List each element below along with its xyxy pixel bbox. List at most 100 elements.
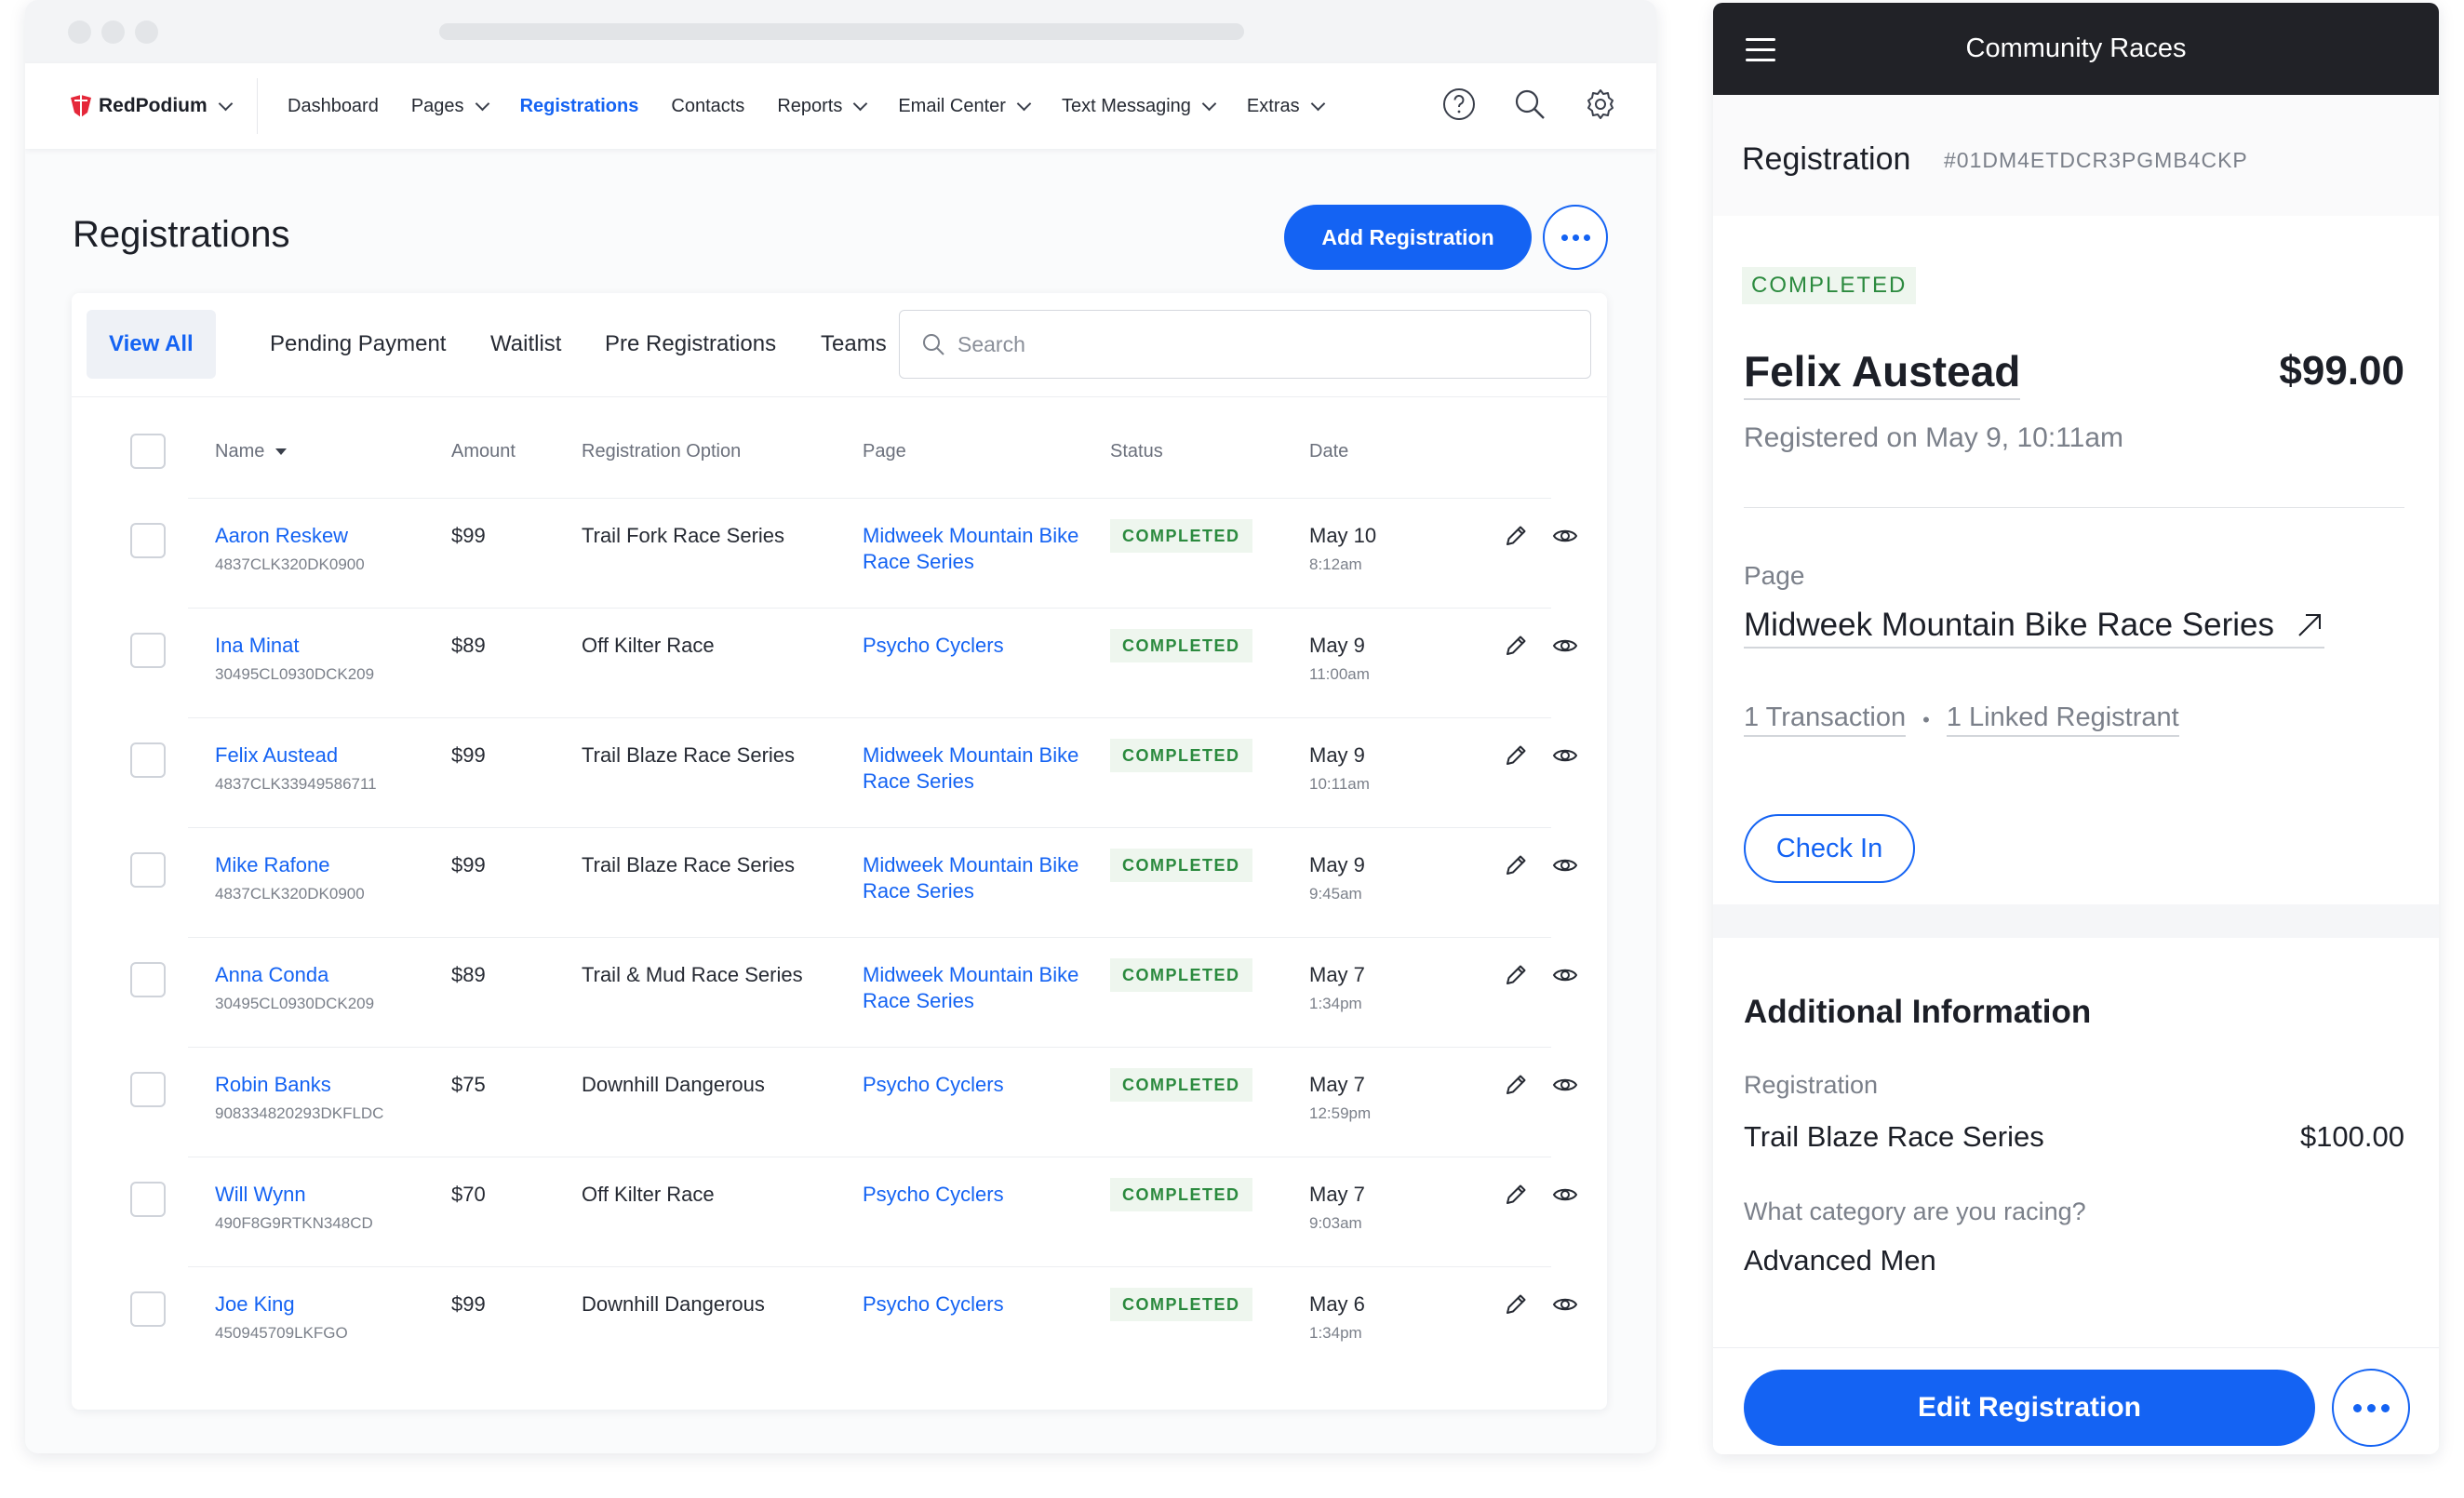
tab-waitlist[interactable]: Waitlist [468, 310, 583, 379]
edit-pencil-icon[interactable] [1502, 1181, 1530, 1209]
search-icon[interactable] [1511, 86, 1548, 123]
row-checkbox[interactable] [130, 1182, 166, 1217]
browser-window: RedPodium Dashboard Pages Registrations … [25, 0, 1656, 1453]
registration-code: 30495CL0930DCK209 [215, 995, 375, 1012]
help-icon[interactable] [1440, 86, 1478, 123]
search-box[interactable] [899, 310, 1591, 379]
chevron-down-icon [1201, 96, 1217, 111]
gear-icon[interactable] [1582, 86, 1619, 123]
browser-chrome [25, 0, 1656, 63]
edit-pencil-icon[interactable] [1502, 961, 1530, 989]
address-bar[interactable] [439, 23, 1244, 40]
nav-text-messaging[interactable]: Text Messaging [1062, 96, 1217, 117]
nav-contacts[interactable]: Contacts [671, 96, 744, 117]
nav-registrations[interactable]: Registrations [520, 96, 639, 117]
page-link[interactable]: Psycho Cyclers [863, 633, 1105, 659]
registrant-name-link[interactable]: Joe King [215, 1291, 295, 1317]
page-link[interactable]: Midweek Mountain Bike Race Series [1744, 607, 2324, 649]
edit-pencil-icon[interactable] [1502, 632, 1530, 660]
registrant-name-link[interactable]: Anna Conda [215, 962, 328, 988]
view-eye-icon[interactable] [1551, 632, 1579, 660]
tab-pending-payment[interactable]: Pending Payment [248, 310, 468, 379]
edit-pencil-icon[interactable] [1502, 1071, 1530, 1099]
time: 10:11am [1309, 775, 1370, 793]
row-checkbox[interactable] [130, 1291, 166, 1327]
page-link[interactable]: Midweek Mountain Bike Race Series [863, 852, 1105, 904]
edit-pencil-icon[interactable] [1502, 742, 1530, 769]
view-eye-icon[interactable] [1551, 1181, 1579, 1209]
page-link[interactable]: Psycho Cyclers [863, 1182, 1105, 1208]
registration-total: $99.00 [2279, 348, 2404, 394]
nav-dashboard[interactable]: Dashboard [288, 96, 379, 117]
registration-option: Downhill Dangerous [582, 1292, 765, 1316]
edit-pencil-icon[interactable] [1502, 522, 1530, 550]
more-options-button[interactable] [1543, 205, 1608, 270]
row-checkbox[interactable] [130, 633, 166, 668]
view-eye-icon[interactable] [1551, 1071, 1579, 1099]
window-close-dot[interactable] [68, 20, 91, 44]
registrant-name-link[interactable]: Ina Minat [215, 633, 300, 659]
add-registration-button[interactable]: Add Registration [1284, 205, 1532, 270]
edit-registration-button[interactable]: Edit Registration [1744, 1370, 2315, 1446]
registration-option: Downhill Dangerous [582, 1073, 765, 1096]
registrant-name-link[interactable]: Will Wynn [215, 1182, 306, 1208]
page-link[interactable]: Midweek Mountain Bike Race Series [863, 742, 1105, 795]
registrant-name-link[interactable]: Robin Banks [215, 1072, 331, 1098]
registrant-name[interactable]: Felix Austead [1744, 346, 2021, 400]
registrant-name-link[interactable]: Aaron Reskew [215, 523, 348, 549]
column-name[interactable]: Name [215, 428, 288, 475]
search-icon [923, 334, 944, 355]
page-link[interactable]: Midweek Mountain Bike Race Series [863, 523, 1105, 575]
row-checkbox[interactable] [130, 852, 166, 888]
page-link[interactable]: Psycho Cyclers [863, 1291, 1105, 1317]
linked-registrant-link[interactable]: 1 Linked Registrant [1946, 702, 2179, 737]
date: May 9 [1309, 743, 1365, 767]
tab-pre-registrations[interactable]: Pre Registrations [583, 310, 798, 379]
page-link[interactable]: Psycho Cyclers [863, 1072, 1105, 1098]
time: 9:45am [1309, 885, 1362, 903]
panel-more-options-button[interactable] [2332, 1369, 2410, 1447]
menu-icon[interactable] [1746, 38, 1775, 69]
nav-reports[interactable]: Reports [777, 96, 868, 117]
nav-links: Dashboard Pages Registrations Contacts R… [288, 96, 1356, 117]
row-checkbox[interactable] [130, 742, 166, 778]
select-all-checkbox[interactable] [130, 434, 166, 469]
redpodium-logo-icon [71, 95, 91, 117]
transactions-link[interactable]: 1 Transaction [1744, 702, 1907, 737]
search-input[interactable] [957, 331, 1516, 357]
registrant-name-link[interactable]: Felix Austead [215, 742, 338, 769]
row-divider [188, 937, 1551, 938]
registration-option-price: $100.00 [2299, 1120, 2404, 1153]
tab-view-all[interactable]: View All [87, 310, 216, 379]
view-eye-icon[interactable] [1551, 1291, 1579, 1318]
nav-email-center[interactable]: Email Center [898, 96, 1032, 117]
view-eye-icon[interactable] [1551, 851, 1579, 879]
status-badge: COMPLETED [1110, 1288, 1252, 1321]
row-divider [188, 1047, 1551, 1048]
amount: $99 [451, 743, 486, 767]
brand-switcher[interactable]: RedPodium [25, 78, 258, 134]
registrant-name-link[interactable]: Mike Rafone [215, 852, 330, 878]
row-checkbox[interactable] [130, 523, 166, 558]
view-eye-icon[interactable] [1551, 961, 1579, 989]
row-checkbox[interactable] [130, 962, 166, 997]
registration-code: 4837CLK33949586711 [215, 775, 377, 793]
view-eye-icon[interactable] [1551, 522, 1579, 550]
view-eye-icon[interactable] [1551, 742, 1579, 769]
nav-pages[interactable]: Pages [411, 96, 489, 117]
check-in-button[interactable]: Check In [1744, 814, 1915, 883]
edit-pencil-icon[interactable] [1502, 851, 1530, 879]
tab-teams[interactable]: Teams [798, 310, 909, 379]
page-link[interactable]: Midweek Mountain Bike Race Series [863, 962, 1105, 1014]
nav-extras[interactable]: Extras [1247, 96, 1325, 117]
brand-name: RedPodium [99, 95, 208, 116]
registration-heading: Registration #01DM4ETDCR3PGMB4CKP [1713, 95, 2439, 216]
tabs-bar: View All Pending Payment Waitlist Pre Re… [72, 293, 1607, 397]
chevron-down-icon [1016, 96, 1032, 111]
registration-option: Trail Blaze Race Series [582, 853, 796, 876]
window-maximize-dot[interactable] [135, 20, 158, 44]
edit-pencil-icon[interactable] [1502, 1291, 1530, 1318]
row-checkbox[interactable] [130, 1072, 166, 1107]
panel-footer: Edit Registration [1713, 1347, 2439, 1454]
window-minimize-dot[interactable] [101, 20, 125, 44]
